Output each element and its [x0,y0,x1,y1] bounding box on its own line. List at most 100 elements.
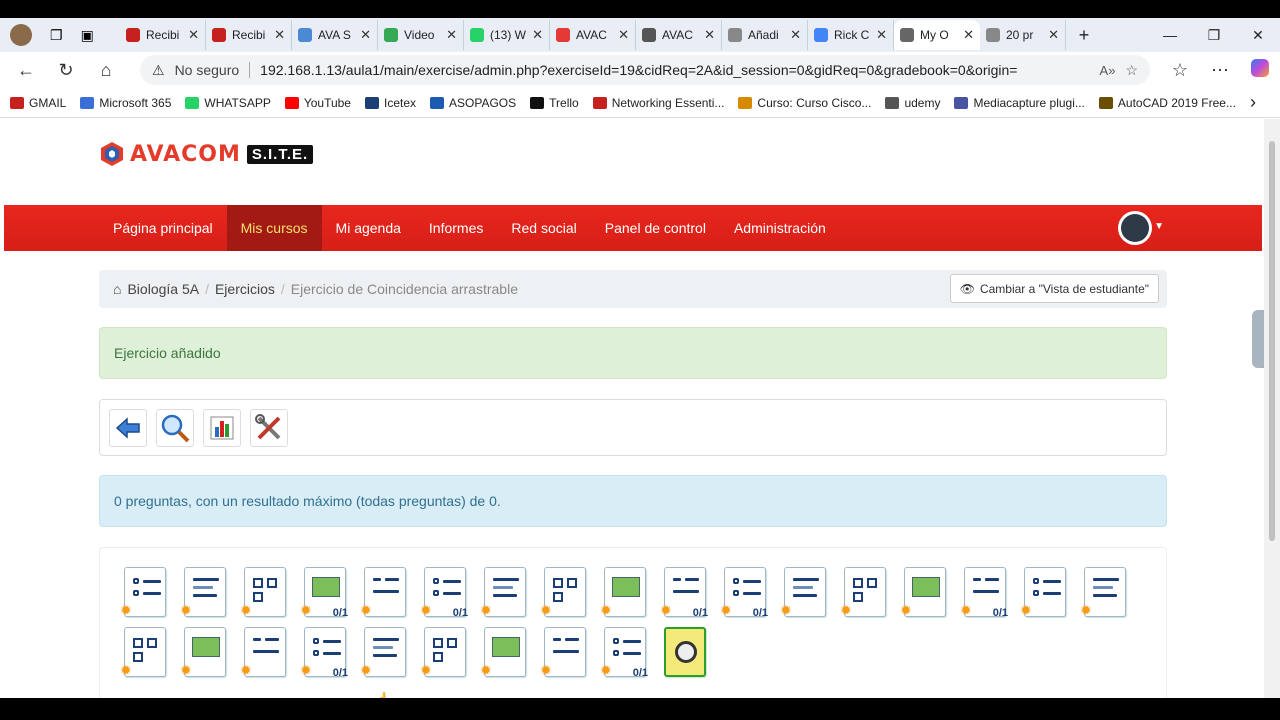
bookmark-item[interactable]: AutoCAD 2019 Free... [1098,96,1236,110]
question-type-button[interactable]: ✹ [540,563,600,623]
settings-button[interactable] [250,408,288,447]
question-type-button[interactable]: ✹ [540,623,600,683]
favorite-star-icon[interactable]: ☆ [1125,62,1138,79]
bookmark-item[interactable]: Trello [530,96,579,110]
bookmark-item[interactable]: Networking Essenti... [592,96,724,110]
question-type-button[interactable]: ✹ [1080,563,1140,623]
question-type-button[interactable]: ✹ 0/1 [660,563,720,623]
question-type-button[interactable]: ✹ [480,563,540,623]
question-type-button[interactable]: ✹ [600,563,660,623]
question-type-button[interactable]: ✹ [240,623,300,683]
breadcrumb-exercises[interactable]: Ejercicios [215,281,275,297]
close-tab-icon[interactable]: ✕ [360,27,371,43]
reload-icon[interactable]: ↻ [46,60,86,81]
address-bar[interactable]: ⚠ No seguro 192.168.1.13/aula1/main/exer… [140,55,1150,85]
browser-tab[interactable]: Añadi ✕ [722,20,808,50]
tab-actions-icon[interactable]: ▣ [81,27,94,44]
close-tab-icon[interactable]: ✕ [446,27,457,43]
question-type-button[interactable]: ✹ 0/1 [300,623,360,683]
question-type-button[interactable]: ✹ [180,623,240,683]
question-type-button[interactable]: ✹ [360,563,420,623]
question-type-button[interactable]: ✹ [420,623,480,683]
nav-item[interactable]: Panel de control [591,205,720,251]
browser-tab[interactable]: AVAC ✕ [636,20,722,50]
browser-tab[interactable]: AVA S ✕ [292,20,378,50]
browser-tab[interactable]: Recibi ✕ [206,20,292,50]
close-tab-icon[interactable]: ✕ [618,27,629,43]
browser-tab[interactable]: AVAC ✕ [550,20,636,50]
question-type-button[interactable]: ✹ 0/1 [420,563,480,623]
bookmark-item[interactable]: Microsoft 365 [80,96,171,110]
browser-tab[interactable]: (13) W ✕ [464,20,550,50]
bookmark-item[interactable]: WHATSAPP [185,96,271,110]
question-type-button[interactable]: ✹ [120,623,180,683]
results-button[interactable] [203,408,241,447]
close-tab-icon[interactable]: ✕ [963,27,974,43]
site-logo[interactable]: AVACOM S.I.T.E. [100,141,314,167]
user-menu-caret-icon[interactable]: ▼ [1154,221,1164,232]
nav-item[interactable]: Administración [720,205,840,251]
browser-tab[interactable]: 20 pr ✕ [980,20,1066,50]
question-type-button[interactable]: ✹ 0/1 [300,563,360,623]
bookmark-item[interactable]: Icetex [364,96,416,110]
nav-item[interactable]: Red social [497,205,590,251]
back-button[interactable] [109,408,147,447]
bookmark-item[interactable]: udemy [885,96,940,110]
copilot-icon[interactable] [1240,58,1280,82]
restore-icon[interactable]: ❐ [1192,27,1236,44]
student-view-button[interactable]: 👁 Cambiar a "Vista de estudiante" [949,274,1159,303]
browser-tab[interactable]: Recibi ✕ [120,20,206,50]
user-avatar[interactable] [1118,211,1152,245]
profile-avatar[interactable] [10,24,32,46]
browser-tab[interactable]: Rick C ✕ [808,20,894,50]
close-tab-icon[interactable]: ✕ [876,27,887,43]
minimize-icon[interactable]: — [1148,27,1192,43]
browser-tab[interactable]: My O ✕ [894,20,980,50]
home-icon[interactable]: ⌂ [86,60,126,81]
close-tab-icon[interactable]: ✕ [532,27,543,43]
question-type-button[interactable]: ✹ 0/1 [600,623,660,683]
favorites-icon[interactable]: ☆ [1160,60,1200,81]
question-type-button[interactable]: ✹ 0/1 [960,563,1020,623]
side-panel-handle[interactable] [1252,310,1264,368]
question-type-button[interactable]: ✹ 0/1 [720,563,780,623]
back-icon[interactable]: ← [6,60,46,81]
browser-tab[interactable]: Video ✕ [378,20,464,50]
question-type-button[interactable]: ✹ [840,563,900,623]
breadcrumb-course[interactable]: Biología 5A [127,281,199,297]
close-tab-icon[interactable]: ✕ [1048,27,1059,43]
nav-item[interactable]: Informes [415,205,497,251]
close-tab-icon[interactable]: ✕ [704,27,715,43]
new-tab-icon[interactable]: + [1066,25,1102,46]
question-type-button[interactable]: ✹ [360,623,420,683]
preview-button[interactable] [156,408,194,447]
bookmark-item[interactable]: Mediacapture plugi... [954,96,1085,110]
more-menu-icon[interactable]: ⋯ [1200,60,1240,81]
workspaces-icon[interactable]: ❐ [50,27,63,44]
question-type-button[interactable]: ✹ [120,563,180,623]
scroll-thumb[interactable] [1269,141,1275,541]
close-tab-icon[interactable]: ✕ [274,27,285,43]
question-type-button[interactable]: ✹ [180,563,240,623]
bookmark-item[interactable]: GMAIL [10,96,66,110]
close-window-icon[interactable]: ✕ [1236,27,1280,44]
bookmark-item[interactable]: YouTube [284,96,351,110]
home-icon[interactable]: ⌂ [113,281,121,297]
nav-item[interactable]: Página principal [99,205,227,251]
nav-item[interactable]: Mis cursos [226,205,322,251]
question-type-button[interactable] [660,623,720,683]
question-type-button[interactable]: ✹ [480,623,540,683]
not-secure-label[interactable]: No seguro [175,62,251,78]
nav-item[interactable]: Mi agenda [322,205,415,251]
url-text[interactable]: 192.168.1.13/aula1/main/exercise/admin.p… [260,62,1089,78]
bookmark-item[interactable]: ASOPAGOS [430,96,516,110]
bookmark-item[interactable]: Curso: Curso Cisco... [738,96,871,110]
bookmarks-overflow-icon[interactable]: › [1250,92,1256,113]
page-scrollbar[interactable] [1264,119,1280,698]
question-type-button[interactable]: ✹ [900,563,960,623]
read-aloud-icon[interactable]: A» [1100,63,1116,78]
question-type-button[interactable]: ✹ [240,563,300,623]
question-type-button[interactable]: ✹ [1020,563,1080,623]
warning-icon[interactable]: ⚠ [152,62,165,79]
close-tab-icon[interactable]: ✕ [188,27,199,43]
